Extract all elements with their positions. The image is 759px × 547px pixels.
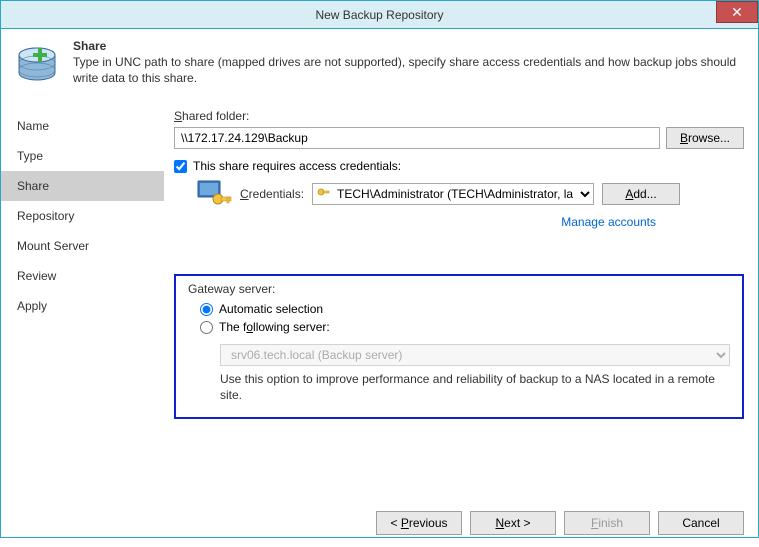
wizard-header: Share Type in UNC path to share (mapped … bbox=[1, 29, 758, 101]
requires-credentials-checkbox[interactable] bbox=[174, 160, 187, 173]
previous-button[interactable]: < Previous bbox=[376, 511, 462, 535]
add-credentials-button[interactable]: Add... bbox=[602, 183, 680, 205]
sidebar-item-repository[interactable]: Repository bbox=[1, 201, 164, 231]
finish-button[interactable]: Finish bbox=[564, 511, 650, 535]
sidebar-item-type[interactable]: Type bbox=[1, 141, 164, 171]
wizard-footer: < Previous Next > Finish Cancel bbox=[1, 499, 758, 547]
titlebar: New Backup Repository ✕ bbox=[1, 1, 758, 29]
shared-folder-input[interactable] bbox=[174, 127, 660, 149]
credentials-label: Credentials: bbox=[240, 187, 304, 201]
next-button[interactable]: Next > bbox=[470, 511, 556, 535]
sidebar-item-apply[interactable]: Apply bbox=[1, 291, 164, 321]
close-button[interactable]: ✕ bbox=[716, 1, 758, 23]
credentials-icon bbox=[196, 179, 232, 209]
sidebar-item-mount-server[interactable]: Mount Server bbox=[1, 231, 164, 261]
credentials-select[interactable]: TECH\Administrator (TECH\Administrator, … bbox=[312, 183, 594, 205]
gateway-auto-radio[interactable] bbox=[200, 303, 213, 316]
close-icon: ✕ bbox=[731, 4, 743, 20]
share-disk-icon bbox=[15, 39, 63, 87]
header-title: Share bbox=[73, 39, 744, 53]
manage-accounts-link[interactable]: Manage accounts bbox=[174, 215, 656, 229]
sidebar-item-review[interactable]: Review bbox=[1, 261, 164, 291]
requires-credentials-label: This share requires access credentials: bbox=[193, 159, 401, 173]
wizard-sidebar: Name Type Share Repository Mount Server … bbox=[1, 101, 164, 499]
gateway-server-group: Gateway server: Automatic selection The … bbox=[174, 274, 744, 419]
gateway-title: Gateway server: bbox=[188, 282, 730, 296]
gateway-following-radio[interactable] bbox=[200, 321, 213, 334]
shared-folder-label: Shared folder: bbox=[174, 109, 744, 123]
cancel-button[interactable]: Cancel bbox=[658, 511, 744, 535]
header-description: Type in UNC path to share (mapped drives… bbox=[73, 55, 744, 86]
gateway-hint: Use this option to improve performance a… bbox=[220, 372, 730, 403]
window-title: New Backup Repository bbox=[315, 8, 443, 22]
gateway-following-label: The following server: bbox=[219, 320, 330, 334]
sidebar-item-name[interactable]: Name bbox=[1, 111, 164, 141]
gateway-server-select[interactable]: srv06.tech.local (Backup server) bbox=[220, 344, 730, 366]
browse-button[interactable]: Browse... bbox=[666, 127, 744, 149]
sidebar-item-share[interactable]: Share bbox=[1, 171, 164, 201]
gateway-auto-label: Automatic selection bbox=[219, 302, 323, 316]
wizard-main: Shared folder: Browse... This share requ… bbox=[164, 101, 758, 499]
